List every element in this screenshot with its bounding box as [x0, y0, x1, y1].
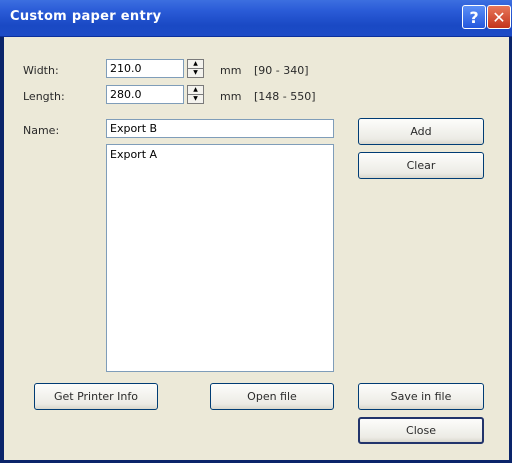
name-label: Name:	[23, 124, 60, 137]
dialog-title: Custom paper entry	[10, 9, 162, 24]
help-button[interactable]: ?	[462, 5, 486, 29]
custom-paper-entry-dialog: Custom paper entry ? ✕ Width: 210.0 ▲ ▼ …	[0, 0, 512, 463]
spin-up-icon[interactable]: ▲	[188, 60, 203, 68]
length-unit: mm	[220, 90, 242, 103]
width-spinner[interactable]: ▲ ▼	[187, 59, 204, 78]
paper-list[interactable]: Export A	[106, 144, 334, 372]
name-input[interactable]: Export B	[106, 119, 334, 138]
width-label: Width:	[23, 64, 59, 77]
length-input[interactable]: 280.0	[106, 85, 184, 104]
spin-down-icon[interactable]: ▼	[188, 68, 203, 77]
open-file-button[interactable]: Open file	[210, 383, 334, 410]
help-icon: ?	[469, 7, 479, 27]
clear-button[interactable]: Clear	[358, 152, 484, 179]
width-range: [90 - 340]	[254, 64, 309, 77]
close-window-button[interactable]: ✕	[487, 5, 511, 29]
close-button[interactable]: Close	[358, 417, 484, 444]
length-label: Length:	[23, 90, 65, 103]
title-bar[interactable]: Custom paper entry ? ✕	[0, 0, 512, 37]
spin-down-icon[interactable]: ▼	[188, 94, 203, 103]
dialog-client-area: Width: 210.0 ▲ ▼ mm [90 - 340] Length: 2…	[4, 37, 509, 460]
save-in-file-button[interactable]: Save in file	[358, 383, 484, 410]
get-printer-info-button[interactable]: Get Printer Info	[34, 383, 158, 410]
close-icon: ✕	[492, 7, 506, 27]
list-item[interactable]: Export A	[107, 145, 333, 164]
add-button[interactable]: Add	[358, 118, 484, 145]
width-input[interactable]: 210.0	[106, 59, 184, 78]
width-unit: mm	[220, 64, 242, 77]
length-spinner[interactable]: ▲ ▼	[187, 85, 204, 104]
length-range: [148 - 550]	[254, 90, 316, 103]
spin-up-icon[interactable]: ▲	[188, 86, 203, 94]
